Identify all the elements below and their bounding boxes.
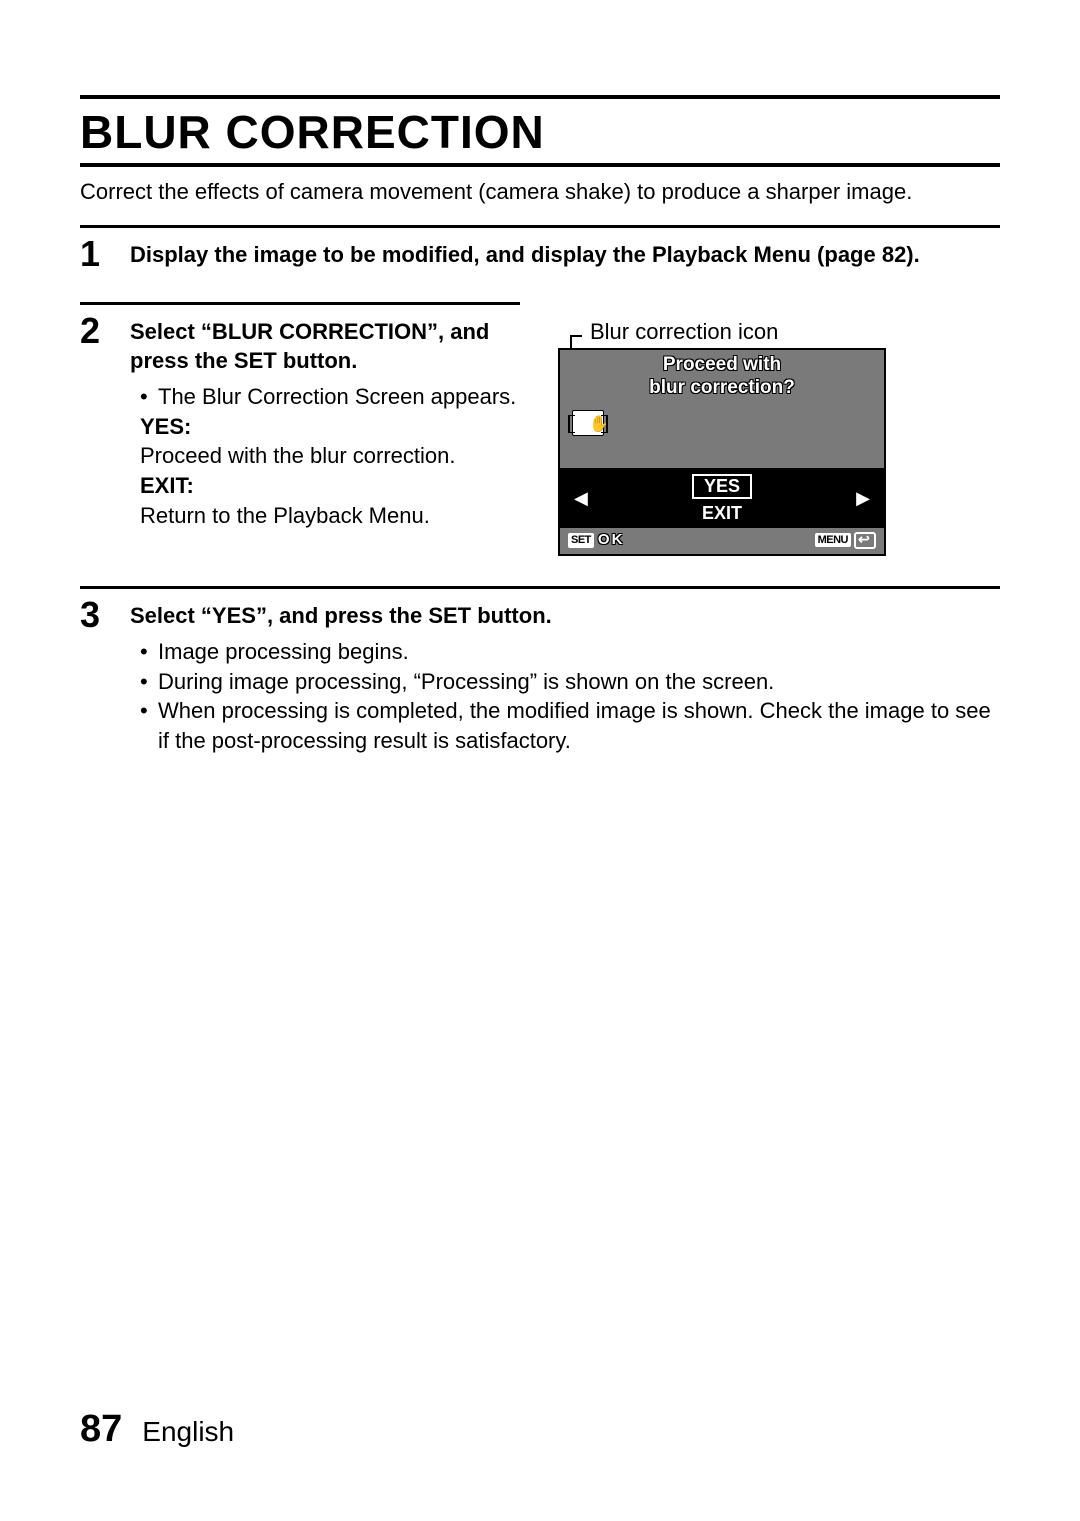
intro-text: Correct the effects of camera movement (… bbox=[80, 177, 1000, 207]
step-2-yes-label: YES: bbox=[130, 412, 520, 442]
step-3-bullet-1: • Image processing begins. bbox=[130, 637, 1000, 667]
step-3-bullet-3-text: When processing is completed, the modifi… bbox=[158, 696, 1000, 755]
step-2-exit-text: Return to the Playback Menu. bbox=[130, 501, 520, 531]
step-2-bullet-1: • The Blur Correction Screen appears. bbox=[130, 382, 520, 412]
step-2-number: 2 bbox=[80, 311, 130, 349]
bullet-icon: • bbox=[140, 667, 158, 697]
step-1-number: 1 bbox=[80, 234, 130, 272]
page-title: BLUR CORRECTION bbox=[80, 105, 1000, 159]
option-exit[interactable]: EXIT bbox=[702, 503, 742, 523]
step-2-text: Select “BLUR CORRECTION”, and press the … bbox=[130, 317, 520, 557]
blur-correction-icon: ✋ bbox=[572, 410, 604, 436]
step3-rule bbox=[80, 586, 1000, 589]
step-3-bullet-2: • During image processing, “Processing” … bbox=[130, 667, 1000, 697]
camera-screen: Proceed with blur correction? ✋ ◀ YES bbox=[558, 348, 886, 556]
step-3-heading: Select “YES”, and press the SET button. bbox=[130, 601, 1000, 631]
page-number: 87 bbox=[80, 1408, 122, 1451]
rule-top bbox=[80, 95, 1000, 99]
step-2-figure: Blur correction icon Proceed with blur c… bbox=[540, 317, 1000, 557]
step-1: 1 Display the image to be modified, and … bbox=[80, 234, 1000, 272]
step-3: 3 Select “YES”, and press the SET button… bbox=[80, 595, 1000, 755]
step-2-bullet-1-text: The Blur Correction Screen appears. bbox=[158, 382, 516, 412]
manual-page: BLUR CORRECTION Correct the effects of c… bbox=[0, 0, 1080, 1521]
screen-preview-area: ✋ bbox=[560, 406, 884, 468]
figure-label: Blur correction icon bbox=[590, 317, 1000, 347]
screen-prompt: Proceed with blur correction? bbox=[560, 350, 884, 406]
screen-options-row: ◀ YES EXIT ▶ bbox=[560, 468, 884, 528]
step-3-bullet-2-text: During image processing, “Processing” is… bbox=[158, 667, 774, 697]
bullet-icon: • bbox=[140, 637, 158, 667]
bullet-icon: • bbox=[140, 382, 158, 412]
step-3-bullet-3: • When processing is completed, the modi… bbox=[130, 696, 1000, 755]
step-2-yes-text: Proceed with the blur correction. bbox=[130, 441, 520, 471]
step-3-number: 3 bbox=[80, 595, 130, 633]
step-2-heading: Select “BLUR CORRECTION”, and press the … bbox=[130, 317, 520, 376]
menu-return-indicator: MENU bbox=[815, 530, 876, 550]
set-badge-icon: SET bbox=[568, 533, 594, 548]
step1-rule bbox=[80, 225, 1000, 228]
left-arrow-icon[interactable]: ◀ bbox=[574, 486, 588, 510]
set-ok-indicator: SET OK bbox=[568, 530, 624, 550]
screen-prompt-line1: Proceed with bbox=[560, 354, 884, 377]
page-footer: 87 English bbox=[80, 1408, 234, 1451]
screen-prompt-line2: blur correction? bbox=[560, 377, 884, 400]
bullet-icon: • bbox=[140, 696, 158, 755]
option-yes[interactable]: YES bbox=[692, 474, 752, 499]
language-label: English bbox=[142, 1416, 234, 1448]
step-2-exit-label: EXIT: bbox=[130, 471, 520, 501]
screen-footer: SET OK MENU bbox=[560, 528, 884, 554]
step2-rule bbox=[80, 302, 520, 305]
hand-icon: ✋ bbox=[589, 414, 609, 436]
step-3-bullet-1-text: Image processing begins. bbox=[158, 637, 409, 667]
rule-under-title bbox=[80, 163, 1000, 167]
return-icon bbox=[854, 532, 876, 549]
step-1-heading: Display the image to be modified, and di… bbox=[130, 242, 920, 267]
menu-badge-icon: MENU bbox=[815, 533, 851, 548]
step-2: 2 Select “BLUR CORRECTION”, and press th… bbox=[80, 311, 1000, 557]
right-arrow-icon[interactable]: ▶ bbox=[856, 486, 870, 510]
ok-text: OK bbox=[598, 531, 625, 548]
